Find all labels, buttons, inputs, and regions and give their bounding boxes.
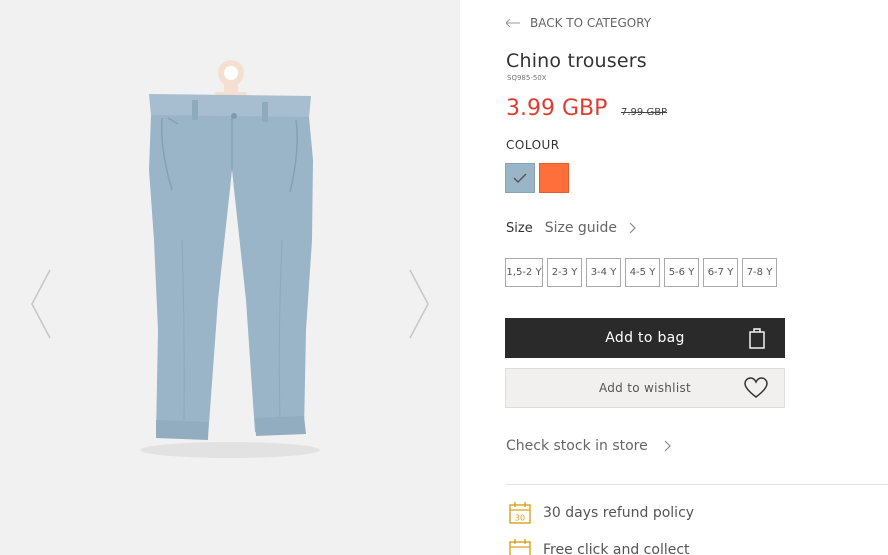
size-option[interactable]: 5-6 Y bbox=[664, 258, 699, 287]
checkmark-icon bbox=[513, 173, 527, 183]
shopping-bag-icon bbox=[749, 328, 765, 349]
chevron-right-icon bbox=[629, 222, 636, 234]
check-stock-link[interactable]: Check stock in store bbox=[506, 438, 671, 454]
refund-policy-label: 30 days refund policy bbox=[543, 505, 695, 521]
svg-text:30: 30 bbox=[515, 514, 525, 523]
colour-swatch-blue[interactable] bbox=[505, 163, 535, 193]
size-row: Size Size guide bbox=[506, 220, 636, 236]
add-to-bag-button[interactable]: Add to bag bbox=[505, 318, 785, 358]
next-image-arrow-icon[interactable] bbox=[406, 268, 432, 340]
size-option[interactable]: 6-7 Y bbox=[703, 258, 738, 287]
click-collect-feature: Free click and collect bbox=[508, 538, 690, 555]
add-to-bag-label: Add to bag bbox=[605, 330, 685, 346]
colour-label: COLOUR bbox=[506, 138, 560, 152]
prev-image-arrow-icon[interactable] bbox=[28, 268, 54, 340]
arrow-left-icon bbox=[506, 19, 520, 27]
size-option[interactable]: 4-5 Y bbox=[625, 258, 660, 287]
size-label: Size bbox=[506, 220, 533, 236]
divider bbox=[506, 484, 888, 485]
back-to-category-label: BACK TO CATEGORY bbox=[530, 16, 652, 30]
current-price: 3.99 GBP bbox=[506, 96, 608, 121]
size-option[interactable]: 7-8 Y bbox=[742, 258, 777, 287]
product-title: Chino trousers bbox=[506, 50, 647, 72]
size-guide-link[interactable]: Size guide bbox=[545, 220, 617, 236]
chevron-right-icon bbox=[664, 440, 671, 452]
old-price: 7.99 GBP bbox=[621, 107, 668, 118]
check-stock-label: Check stock in store bbox=[506, 438, 648, 454]
product-image bbox=[140, 60, 320, 458]
size-option[interactable]: 2-3 Y bbox=[547, 258, 582, 287]
calendar-icon bbox=[509, 539, 531, 555]
back-to-category-link[interactable]: BACK TO CATEGORY bbox=[506, 16, 651, 30]
click-collect-label: Free click and collect bbox=[543, 542, 690, 555]
add-to-wishlist-button[interactable]: Add to wishlist bbox=[505, 368, 785, 408]
refund-policy-feature: 30 30 days refund policy bbox=[508, 501, 694, 525]
add-to-wishlist-label: Add to wishlist bbox=[598, 381, 692, 395]
size-option[interactable]: 1,5-2 Y bbox=[505, 258, 543, 287]
product-gallery bbox=[0, 0, 460, 555]
size-options: 1,5-2 Y 2-3 Y 3-4 Y 4-5 Y 5-6 Y 6-7 Y 7-… bbox=[505, 258, 777, 287]
colour-swatch-orange[interactable] bbox=[539, 163, 569, 193]
product-sku: SQ985-50X bbox=[507, 74, 547, 82]
product-details-panel: BACK TO CATEGORY Chino trousers SQ985-50… bbox=[460, 0, 888, 555]
size-option[interactable]: 3-4 Y bbox=[586, 258, 621, 287]
heart-icon bbox=[744, 377, 768, 398]
calendar-30-icon: 30 bbox=[509, 502, 531, 524]
